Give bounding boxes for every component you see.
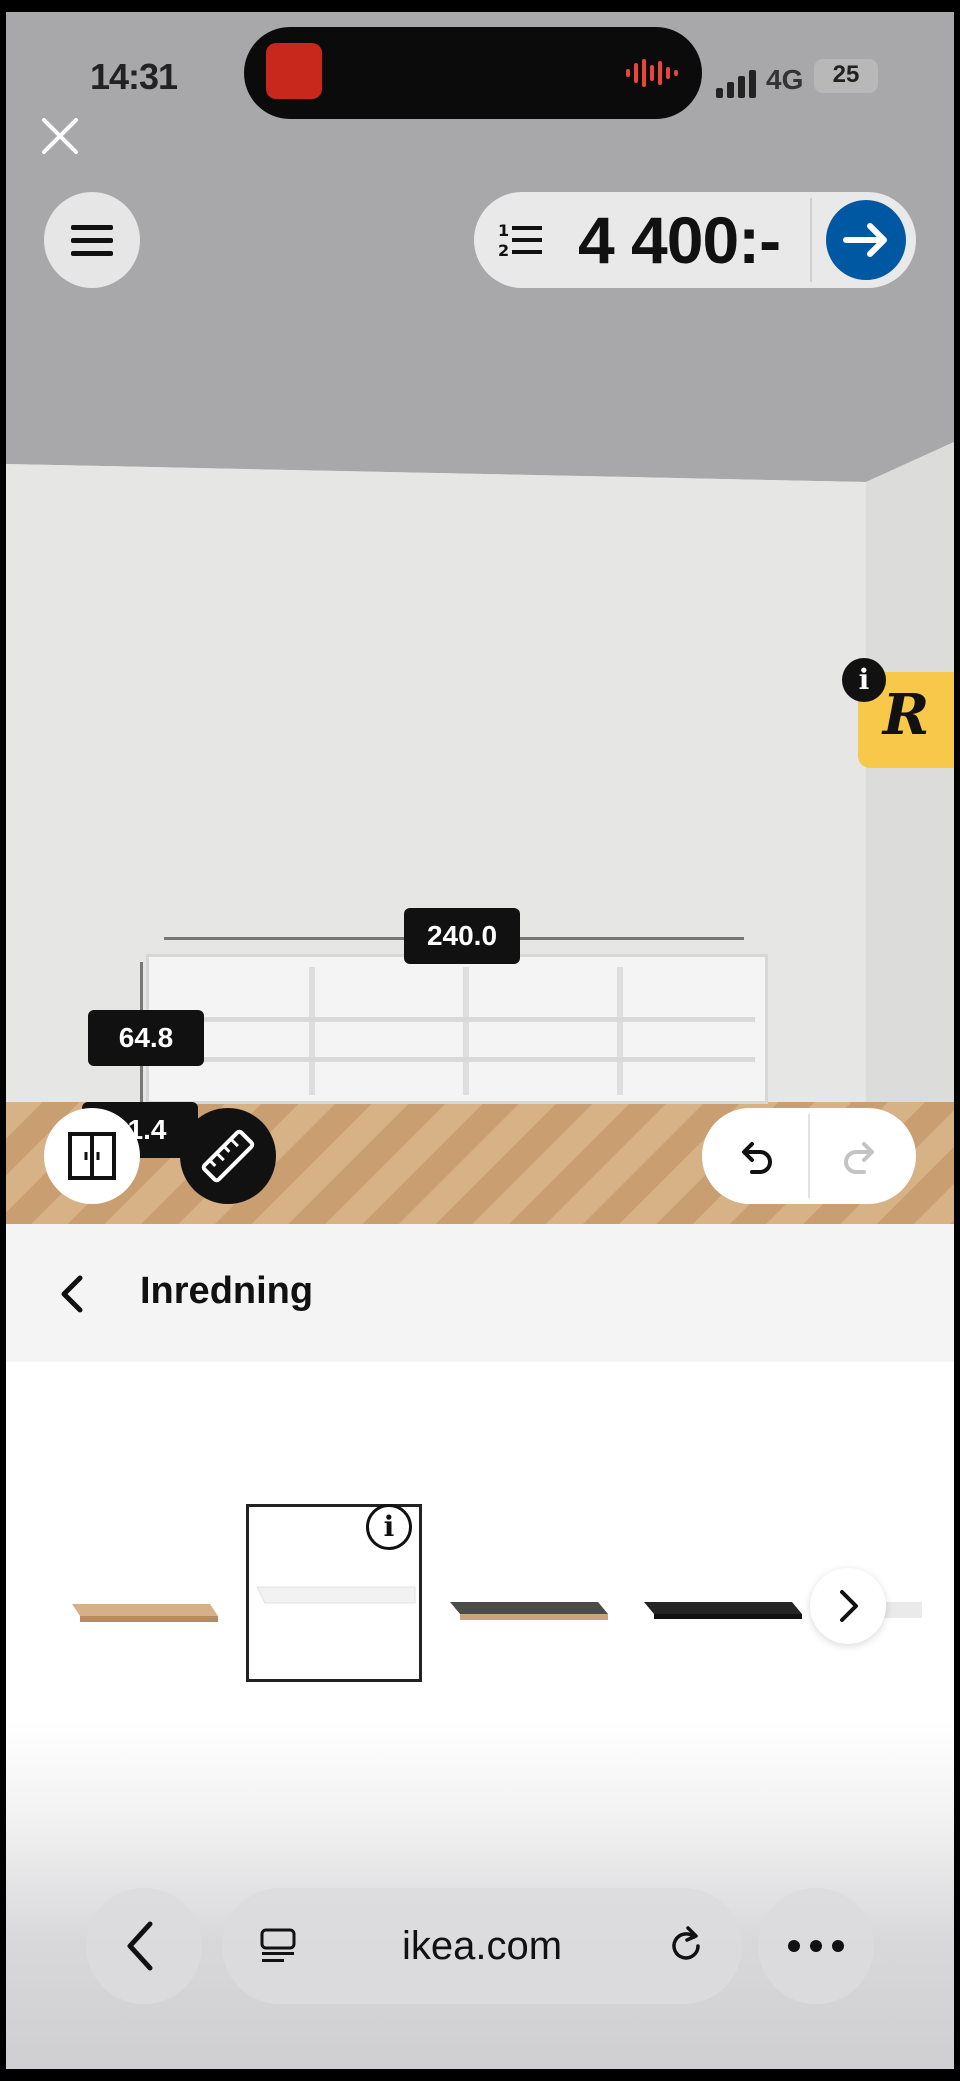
- panel-header: Inredning: [6, 1224, 954, 1362]
- audio-wave-icon: [626, 59, 678, 87]
- black-shelf-image: [644, 1602, 802, 1619]
- divider: [808, 1114, 810, 1198]
- undo-redo-group: [702, 1108, 916, 1204]
- shelf-unit[interactable]: [146, 954, 768, 1104]
- svg-text:2: 2: [498, 241, 509, 260]
- proceed-button[interactable]: [826, 200, 906, 280]
- svg-text:1: 1: [498, 221, 509, 240]
- ellipsis-icon: [788, 1940, 844, 1952]
- dark-grey-shelf-image: [450, 1602, 608, 1620]
- measure-button[interactable]: [180, 1108, 276, 1204]
- browser-back-button[interactable]: [86, 1888, 202, 2004]
- wardrobe-view-button[interactable]: [44, 1108, 140, 1204]
- app-screen: 240.0 64.8 11.4 1 2 4 400:- R i 14:31 4G…: [6, 12, 954, 2069]
- status-bar: 14:31 4G 25: [6, 12, 954, 152]
- width-dimension-label: 240.0: [404, 908, 520, 964]
- shelf-divider: [617, 967, 623, 1095]
- album-art: [266, 43, 322, 99]
- address-bar[interactable]: ikea.com: [222, 1888, 742, 2004]
- hamburger-icon: [71, 225, 113, 256]
- undo-icon[interactable]: [730, 1132, 780, 1182]
- shelf-divider: [309, 967, 315, 1095]
- option-black-shelf[interactable]: [636, 1522, 806, 1692]
- chevron-right-icon: [840, 1590, 858, 1622]
- info-icon[interactable]: i: [366, 1504, 412, 1550]
- cabinet-icon: [68, 1132, 116, 1180]
- menu-button[interactable]: [44, 192, 140, 288]
- total-price: 4 400:-: [578, 203, 781, 277]
- ruler-icon: [201, 1129, 255, 1183]
- panel-title: Inredning: [140, 1270, 314, 1312]
- arrow-right-icon: [843, 223, 887, 257]
- reload-icon[interactable]: [664, 1924, 708, 1968]
- cart-summary[interactable]: 1 2 4 400:-: [474, 192, 916, 288]
- chevron-left-icon[interactable]: [52, 1272, 92, 1316]
- divider: [810, 198, 812, 282]
- redo-icon[interactable]: [836, 1132, 886, 1182]
- next-options-button[interactable]: [810, 1568, 886, 1644]
- battery-level: 25: [832, 61, 860, 88]
- battery-indicator: 25: [814, 59, 878, 93]
- chevron-left-icon: [127, 1921, 153, 1971]
- more-options-button[interactable]: [758, 1888, 874, 2004]
- network-type: 4G: [766, 64, 804, 95]
- shelf-divider: [463, 967, 469, 1095]
- info-icon[interactable]: i: [842, 658, 886, 702]
- signal-icon: [716, 70, 756, 98]
- option-oak-shelf[interactable]: [60, 1522, 230, 1692]
- shelf-board: [159, 1057, 755, 1062]
- option-dark-grey-shelf[interactable]: [442, 1522, 612, 1692]
- url-text: ikea.com: [401, 1924, 563, 1968]
- dynamic-island[interactable]: [244, 27, 702, 119]
- oak-shelf-image: [72, 1604, 218, 1622]
- shelf-board: [159, 1017, 755, 1022]
- reader-mode-icon[interactable]: [256, 1924, 300, 1968]
- depth-dimension-label: 64.8: [88, 1010, 204, 1066]
- room-planner-scene[interactable]: 240.0 64.8 11.4 1 2 4 400:- R i: [6, 12, 954, 1224]
- numbered-list-icon: 1 2: [498, 221, 542, 260]
- clock: 14:31: [90, 56, 178, 97]
- close-icon[interactable]: [36, 112, 84, 160]
